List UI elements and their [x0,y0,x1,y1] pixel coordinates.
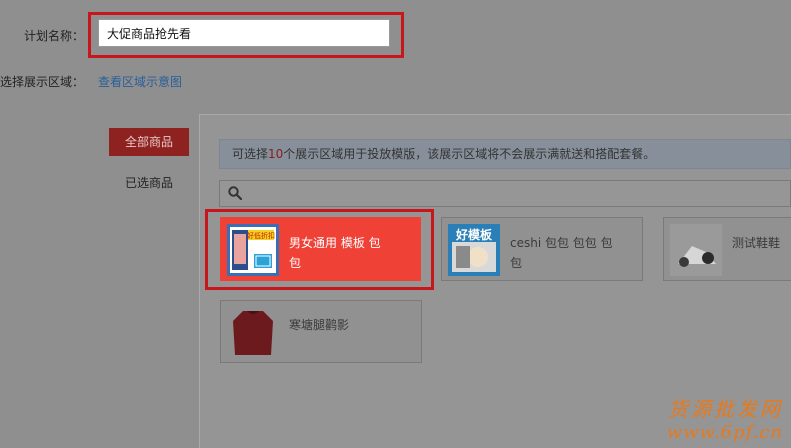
thumbnail-title-text: 好模板 [455,227,493,242]
plan-name-label: 计划名称： [24,29,85,43]
notice-count: 10 [268,147,284,161]
template-name-line1: 寒塘腿鹳影 [289,318,350,332]
highlight-box-plan-name [88,12,404,58]
template-thumbnail: 好模板 [448,224,500,276]
template-thumbnail [227,307,279,359]
search-bar [219,180,791,207]
search-icon [228,186,242,200]
tab-all-products[interactable]: 全部商品 [109,128,189,156]
notice-bar: 可选择10个展示区域用于投放模版，该展示区域将不会展示满就送和搭配套餐。 [219,139,791,169]
watermark-url: www.6pf.cn [666,422,783,443]
notice-prefix: 可选择 [232,147,269,161]
search-input[interactable] [250,183,784,205]
watermark: 货源批发网 www.6pf.cn [667,393,783,443]
notice-suffix: 个展示区域用于投放模版，该展示区域将不会展示满就送和搭配套餐。 [283,147,656,161]
watermark-brand: 货源批发网 [668,397,783,421]
highlight-box-selected-template [205,209,434,290]
tab-selected-products[interactable]: 已选商品 [109,174,189,191]
template-name-line1: ceshi 包包 包包 包 [510,236,613,250]
template-name-line2: 包 [510,256,523,270]
display-region-label: 选择展示区域： [0,75,85,89]
template-name-line1: 测试鞋鞋 [732,236,781,250]
template-card-3[interactable]: 测试鞋鞋 [663,217,791,281]
template-card-2[interactable]: 好模板 ceshi 包包 包包 包 包 [441,217,643,281]
template-card-4[interactable]: 寒塘腿鹳影 [220,300,422,363]
view-region-diagram-link[interactable]: 查看区域示意图 [98,73,182,90]
template-thumbnail [670,224,722,276]
